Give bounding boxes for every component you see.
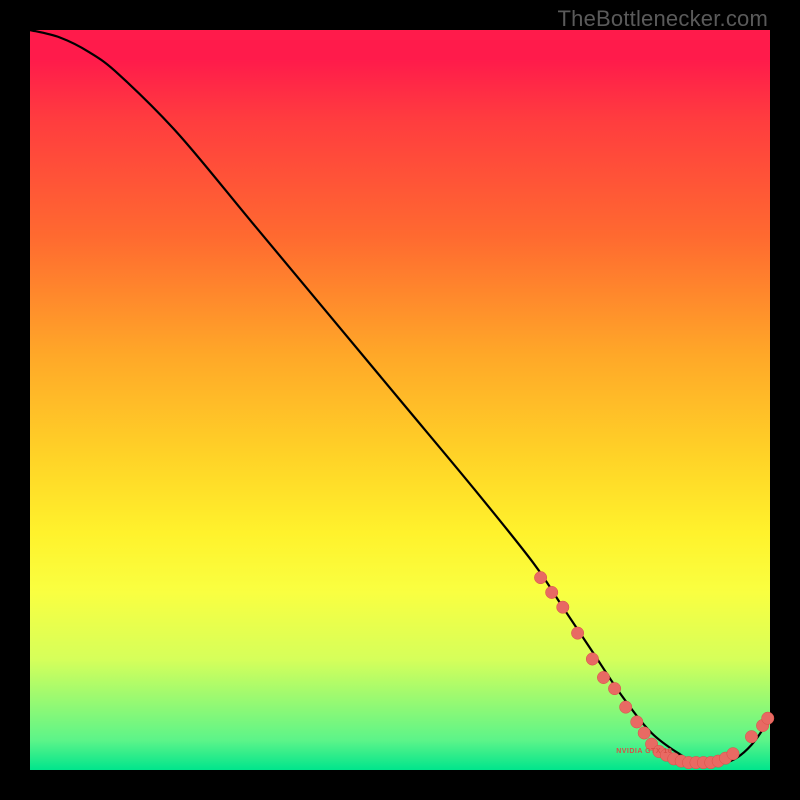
- chart-frame: TheBottlenecker.com NVIDIA GTX 10: [0, 0, 800, 800]
- marker-dot: [534, 571, 546, 583]
- plot-area: NVIDIA GTX 10: [30, 30, 770, 770]
- watermark-label: TheBottlenecker.com: [558, 6, 768, 32]
- marker-dot: [597, 671, 609, 683]
- gpu-label: NVIDIA GTX 10: [616, 748, 672, 755]
- bottleneck-curve: [30, 30, 770, 763]
- marker-dot: [620, 701, 632, 713]
- curve-svg: [30, 30, 770, 770]
- marker-dot: [631, 716, 643, 728]
- marker-dot: [762, 712, 774, 724]
- marker-dot: [638, 727, 650, 739]
- marker-dot: [546, 586, 558, 598]
- marker-dot: [586, 653, 598, 665]
- marker-dot: [608, 682, 620, 694]
- marker-dot: [745, 731, 757, 743]
- marker-dot: [557, 601, 569, 613]
- marker-dot: [727, 748, 739, 760]
- marker-dot: [571, 627, 583, 639]
- marker-dot-group: [534, 571, 774, 768]
